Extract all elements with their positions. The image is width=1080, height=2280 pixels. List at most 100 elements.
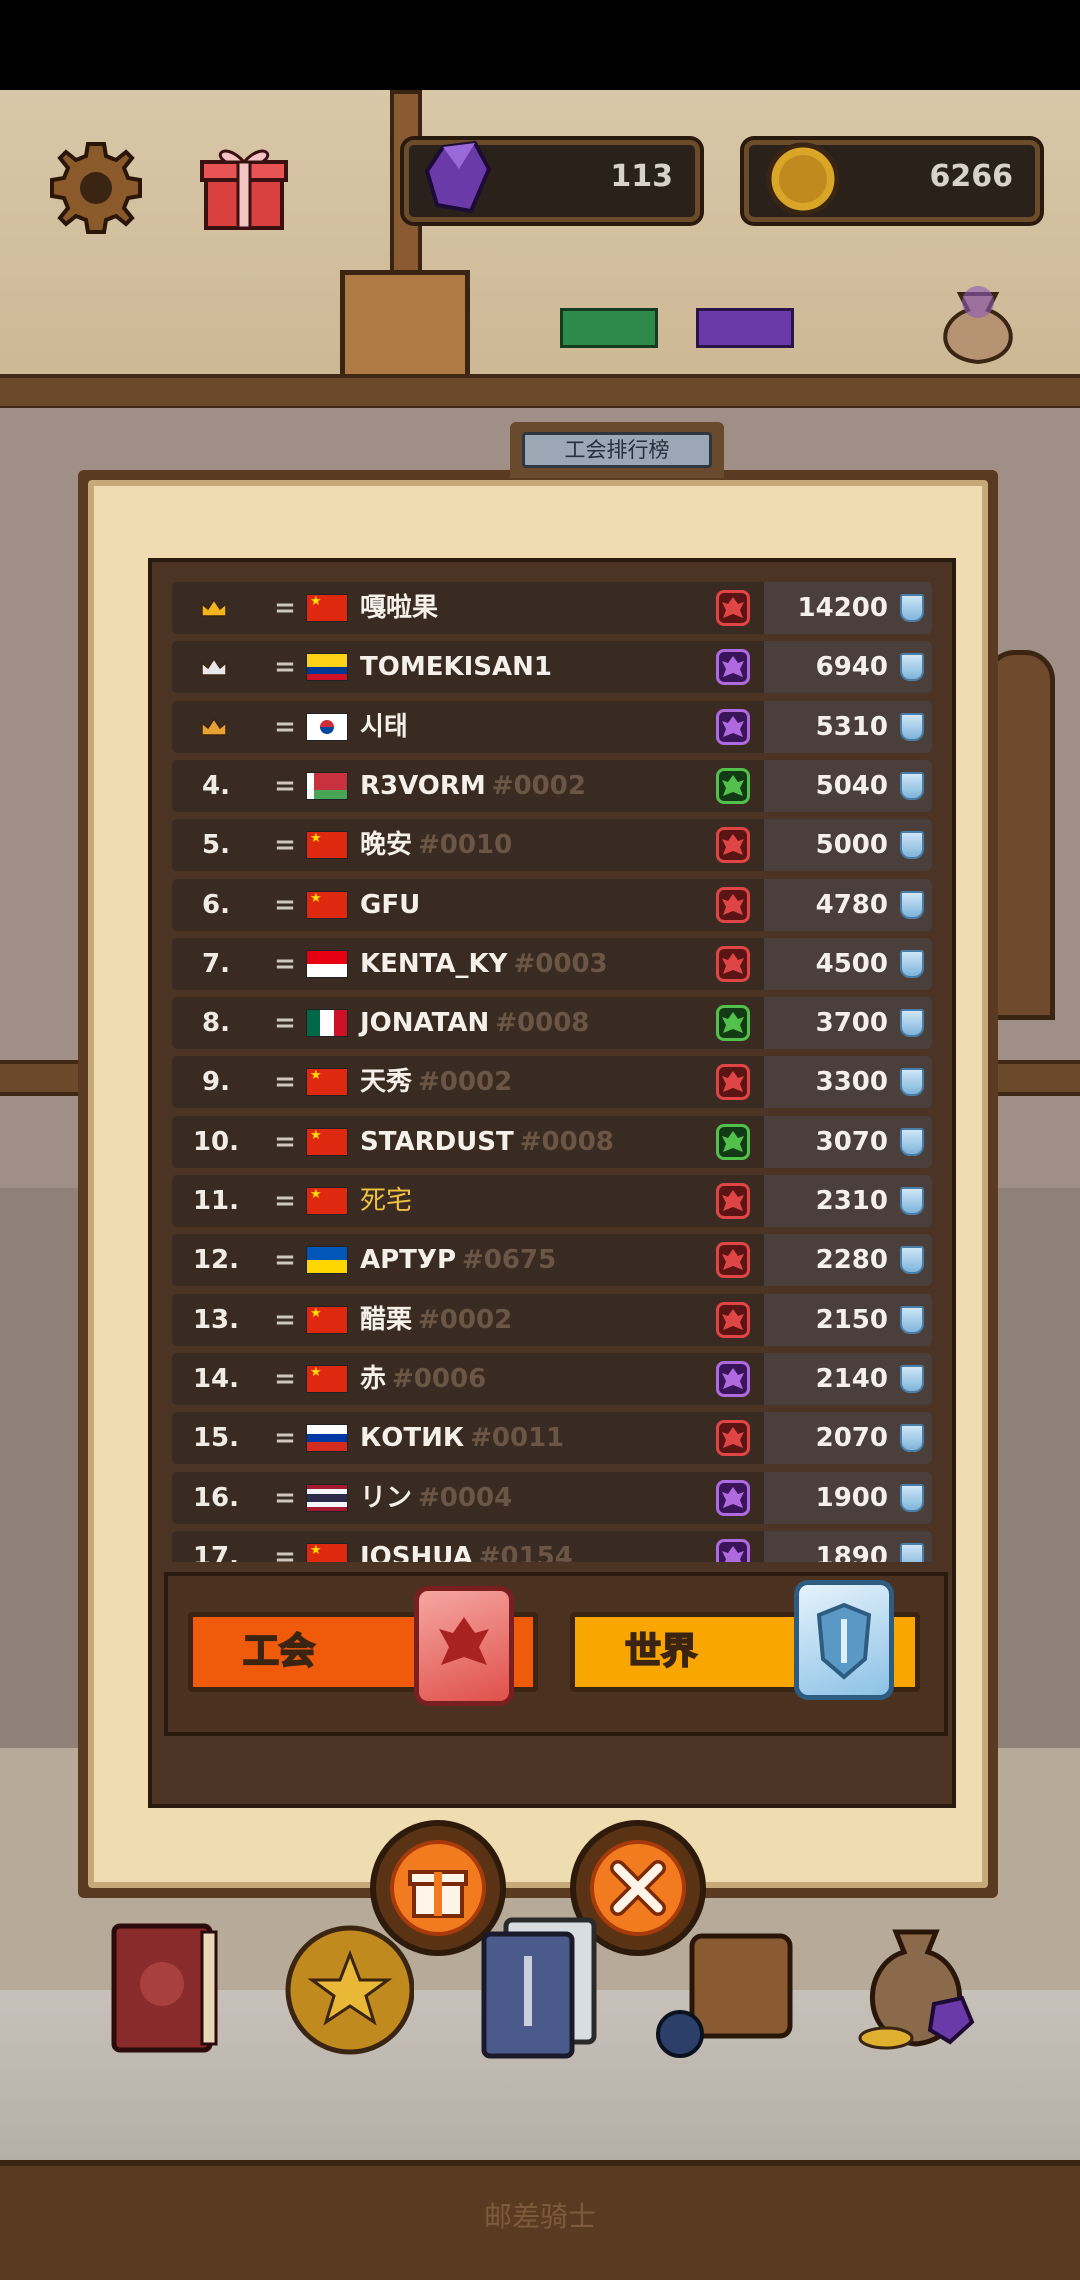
rank-number: 5. (202, 830, 230, 860)
leaderboard-row[interactable]: 16. = リン #0004 1900 (172, 1472, 932, 1524)
gift-box-icon[interactable] (196, 138, 292, 234)
country-flag-icon (306, 1246, 348, 1274)
country-flag-icon: ★ (306, 891, 348, 919)
leaderboard-row[interactable]: = ★ 嘎啦果 14200 (172, 582, 932, 634)
guild-emblem-icon (716, 590, 750, 626)
shield-icon (900, 1484, 924, 1512)
leaderboard-row[interactable]: 10. = ★ STARDUST #0008 3070 (172, 1116, 932, 1168)
guild-emblem-icon (716, 1480, 750, 1516)
shield-icon (900, 1424, 924, 1452)
rank-trend: = (274, 1245, 296, 1275)
leaderboard-row[interactable]: 5. = ★ 晚安 #0010 5000 (172, 819, 932, 871)
country-flag-icon (306, 772, 348, 800)
gem-count: 113 (610, 159, 673, 194)
leaderboard-row[interactable]: 8. = JONATAN #0008 3700 (172, 997, 932, 1049)
score-value: 14200 (797, 593, 888, 623)
shield-icon (900, 713, 924, 741)
shield-icon (900, 1068, 924, 1096)
player-name: STARDUST #0008 (360, 1116, 614, 1168)
player-tag: #0002 (418, 1067, 513, 1097)
rank-number: 12. (192, 1245, 240, 1275)
country-flag-icon: ★ (306, 594, 348, 622)
player-name: リン #0004 (360, 1472, 512, 1524)
rank-number: 6. (202, 890, 230, 920)
score-value: 3300 (815, 1067, 888, 1097)
coin-icon (766, 142, 840, 216)
star-coin-icon[interactable] (284, 1920, 415, 2060)
card-deck-icon[interactable] (476, 1912, 597, 2059)
status-bar (0, 0, 1080, 90)
country-flag-icon: ★ (306, 1365, 348, 1393)
rank-trend: = (274, 652, 296, 682)
gem-counter: 113 (404, 140, 700, 222)
leaderboard-row[interactable]: = 시태 5310 (172, 701, 932, 753)
leaderboard-row[interactable]: 4. = R3VORM #0002 5040 (172, 760, 932, 812)
rank-number: 15. (192, 1423, 240, 1453)
settings-gear-icon[interactable] (46, 138, 146, 238)
leaderboard-panel: 工会排行榜 = ★ 嘎啦果 14200 = TOMEKISAN1 6940 = 시태 5310 4.… (78, 422, 998, 1898)
country-flag-icon (306, 713, 348, 741)
player-name: JONATAN #0008 (360, 997, 589, 1049)
book-icon[interactable] (106, 1918, 226, 2058)
rank-trend: = (274, 1127, 296, 1157)
player-tag: #0008 (519, 1127, 614, 1157)
coin-count: 6266 (929, 159, 1014, 194)
score-value: 1900 (815, 1483, 888, 1513)
leaderboard-row[interactable]: 15. = КОТИК #0011 2070 (172, 1412, 932, 1464)
player-name: R3VORM #0002 (360, 760, 586, 812)
player-tag: #0008 (495, 1008, 590, 1038)
guild-emblem-icon (716, 946, 750, 982)
player-name-text: GFU (360, 890, 421, 920)
player-name: 天秀 #0002 (360, 1056, 512, 1108)
player-name-text: R3VORM (360, 771, 486, 801)
shield-icon (900, 1306, 924, 1334)
score-value: 1890 (815, 1542, 888, 1562)
player-name-text: 死宅 (360, 1186, 413, 1216)
backpack-icon[interactable] (652, 1916, 812, 2058)
player-name-text: КОТИК (360, 1423, 465, 1453)
guild-emblem-icon (716, 1302, 750, 1338)
guild-crest-icon (414, 1586, 514, 1706)
leaderboard-row[interactable]: 7. = KENTA_KY #0003 4500 (172, 938, 932, 990)
player-name-text: リン (360, 1483, 413, 1513)
player-name-text: TOMEKISAN1 (360, 652, 552, 682)
rank-number: 4. (202, 771, 230, 801)
guild-emblem-icon (716, 1064, 750, 1100)
country-flag-icon: ★ (306, 1068, 348, 1096)
player-name-text: 晚安 (360, 830, 413, 860)
guild-emblem-icon (716, 1539, 750, 1562)
player-name: GFU (360, 879, 426, 931)
leaderboard-row[interactable]: 11. = ★ 死宅 2310 (172, 1175, 932, 1227)
leaderboard-row[interactable]: 12. = АРТУР #0675 2280 (172, 1234, 932, 1286)
rank-trend: = (274, 1542, 296, 1562)
player-name-text: STARDUST (360, 1127, 514, 1157)
footer-app-title: 邮差骑士 (483, 2200, 596, 2233)
player-tag: #0675 (462, 1245, 557, 1275)
leaderboard-row[interactable]: 14. = ★ 赤 #0006 2140 (172, 1353, 932, 1405)
player-name: JOSHUA #0154 (360, 1531, 573, 1562)
guild-emblem-icon (716, 1242, 750, 1278)
leaderboard-row[interactable]: 9. = ★ 天秀 #0002 3300 (172, 1056, 932, 1108)
rank-number: 10. (192, 1127, 240, 1157)
player-name-text: JOSHUA (360, 1542, 473, 1562)
leaderboard-row[interactable]: 17. = ★ JOSHUA #0154 1890 (172, 1531, 932, 1562)
leaderboard-row[interactable]: 6. = ★ GFU 4780 (172, 879, 932, 931)
player-tag: #0002 (491, 771, 586, 801)
leaderboard-row[interactable]: = TOMEKISAN1 6940 (172, 641, 932, 693)
player-name-text: АРТУР (360, 1245, 457, 1275)
rank-trend: = (274, 1305, 296, 1335)
crown-icon (201, 657, 227, 676)
treasure-bag-icon[interactable] (846, 1918, 986, 2058)
leaderboard-row[interactable]: 13. = ★ 醋栗 #0002 2150 (172, 1294, 932, 1346)
book-green (560, 308, 658, 348)
shield-icon (900, 1187, 924, 1215)
shield-icon (900, 1009, 924, 1037)
rank-number: 7. (202, 949, 230, 979)
shelf (0, 374, 1080, 410)
shield-icon (900, 1543, 924, 1562)
leaderboard-list[interactable]: = ★ 嘎啦果 14200 = TOMEKISAN1 6940 = 시태 5310 4. = R3VOR… (172, 582, 932, 1562)
shield-icon (900, 1128, 924, 1156)
score-value: 6940 (815, 652, 888, 682)
gem-bag-icon[interactable] (930, 276, 1026, 368)
coin-counter: 6266 (744, 140, 1040, 222)
